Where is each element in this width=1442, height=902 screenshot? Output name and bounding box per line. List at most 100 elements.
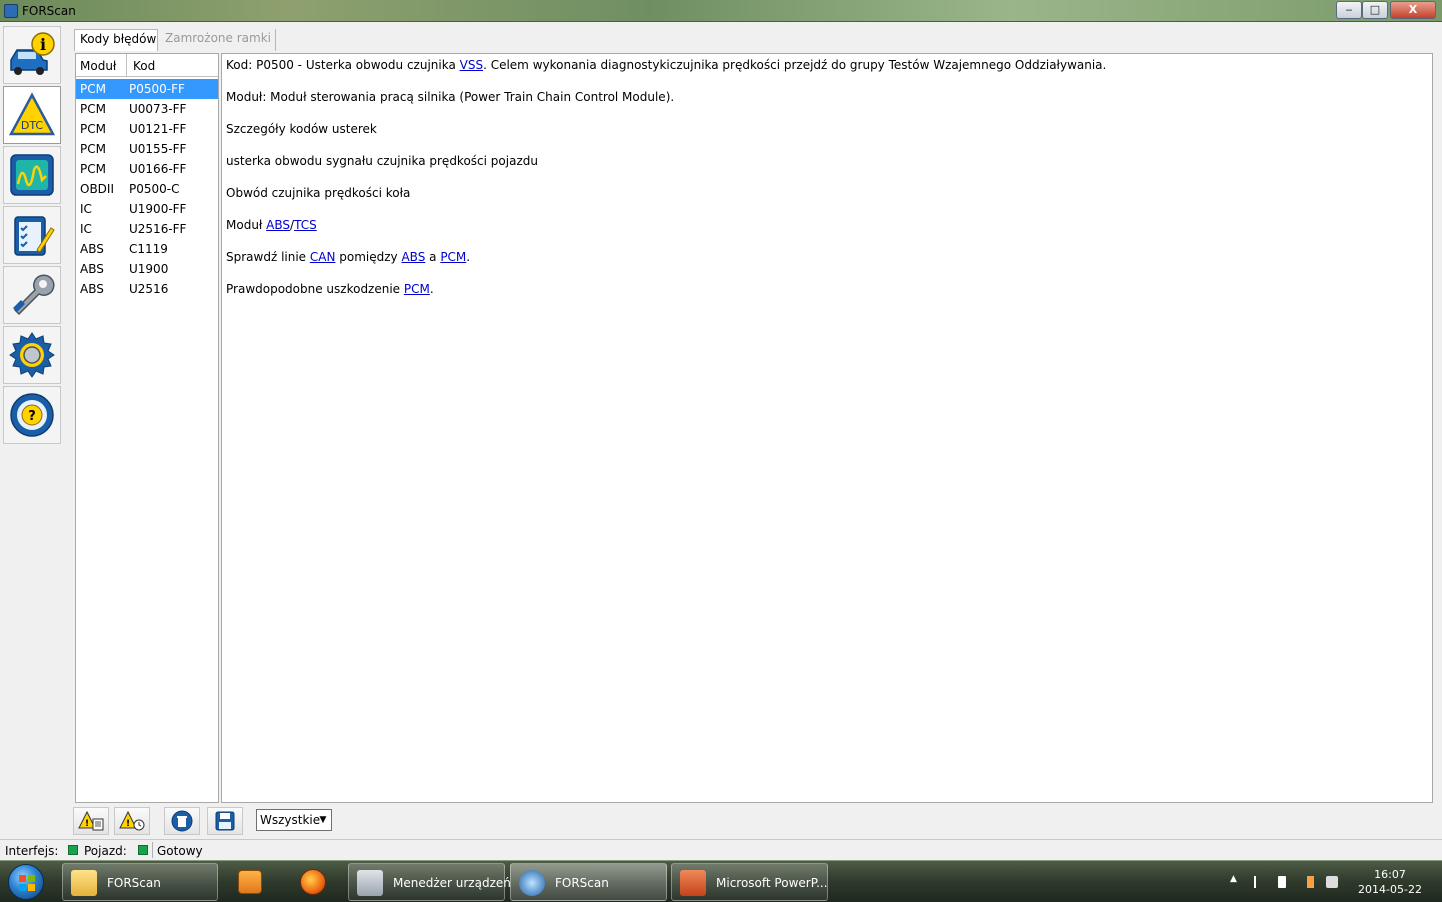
table-row[interactable]: OBDII P0500-C bbox=[76, 179, 218, 199]
sidebar-item-dtc[interactable]: DTC bbox=[3, 86, 61, 144]
gear-icon bbox=[9, 332, 55, 378]
link-pcm[interactable]: PCM bbox=[404, 282, 430, 296]
title-bar: FORScan ‒ □ X bbox=[0, 0, 1442, 22]
row-module: OBDII bbox=[80, 182, 114, 196]
link-can[interactable]: CAN bbox=[310, 250, 336, 264]
sidebar-item-help[interactable]: ? bbox=[3, 386, 61, 444]
vehicle-label: Pojazd: bbox=[84, 844, 127, 858]
row-module: PCM bbox=[80, 122, 106, 136]
svg-text:!: ! bbox=[126, 819, 130, 829]
detail-description-1: usterka obwodu sygnału czujnika prędkośc… bbox=[226, 154, 538, 168]
row-module: PCM bbox=[80, 162, 106, 176]
battery-icon[interactable] bbox=[1278, 876, 1286, 888]
maximize-button[interactable]: □ bbox=[1362, 1, 1388, 19]
start-button[interactable] bbox=[8, 864, 44, 900]
sidebar: i DTC ? bbox=[0, 22, 64, 842]
row-module: PCM bbox=[80, 102, 106, 116]
taskbar-item-label: FORScan bbox=[107, 876, 161, 890]
detail-text: pomiędzy bbox=[335, 250, 402, 264]
row-code: U1900-FF bbox=[129, 202, 187, 216]
table-row[interactable]: ABS U1900 bbox=[76, 259, 218, 279]
table-row[interactable]: PCM P0500-FF bbox=[76, 79, 218, 99]
taskbar-item-device-manager[interactable]: Menedżer urządzeń bbox=[348, 863, 511, 901]
table-row[interactable]: ABS C1119 bbox=[76, 239, 218, 259]
save-button[interactable] bbox=[207, 807, 243, 835]
row-module: ABS bbox=[80, 262, 104, 276]
detail-text: Moduł bbox=[226, 218, 267, 232]
row-code: U0073-FF bbox=[129, 102, 187, 116]
column-header-module[interactable]: Moduł bbox=[80, 59, 116, 73]
column-header-code[interactable]: Kod bbox=[133, 59, 155, 73]
svg-text:DTC: DTC bbox=[21, 119, 44, 132]
link-abs[interactable]: ABS bbox=[401, 250, 425, 264]
volume-muted-icon[interactable] bbox=[1326, 876, 1338, 888]
checklist-icon bbox=[14, 216, 55, 256]
link-vss[interactable]: VSS bbox=[460, 58, 483, 72]
network-icon[interactable] bbox=[1302, 876, 1314, 888]
tab-frozen-frames[interactable]: Zamrożone ramki bbox=[160, 29, 276, 51]
row-code: U2516-FF bbox=[129, 222, 187, 236]
detail-heading: Szczegóły kodów usterek bbox=[226, 122, 377, 136]
minimize-button[interactable]: ‒ bbox=[1336, 1, 1362, 19]
wrench-icon bbox=[13, 274, 55, 316]
sidebar-item-service[interactable] bbox=[3, 266, 61, 324]
show-hidden-icons-icon[interactable]: ▲ bbox=[1230, 874, 1240, 886]
sidebar-item-tests[interactable] bbox=[3, 206, 61, 264]
help-steering-icon: ? bbox=[10, 393, 54, 437]
detail-text: Kod: P0500 - Usterka obwodu czujnika bbox=[226, 58, 460, 72]
filter-dropdown[interactable]: Wszystkie ▼ bbox=[256, 809, 332, 831]
table-row[interactable]: PCM U0121-FF bbox=[76, 119, 218, 139]
taskbar-item-label: Menedżer urządzeń bbox=[393, 876, 511, 890]
dtc-details-pane: Kod: P0500 - Usterka obwodu czujnika VSS… bbox=[221, 53, 1433, 803]
table-row[interactable]: ABS U2516 bbox=[76, 279, 218, 299]
vehicle-status-indicator bbox=[138, 845, 148, 855]
taskbar-item-firefox[interactable] bbox=[296, 865, 330, 899]
forscan-app-icon bbox=[4, 4, 18, 18]
taskbar-item-media-player[interactable] bbox=[233, 865, 267, 899]
sidebar-item-settings[interactable] bbox=[3, 326, 61, 384]
action-center-flag-icon[interactable] bbox=[1254, 876, 1266, 888]
row-module: PCM bbox=[80, 82, 106, 96]
status-divider bbox=[152, 842, 153, 858]
taskbar-item-label: Microsoft PowerP... bbox=[716, 876, 828, 890]
filter-dropdown-value: Wszystkie bbox=[260, 813, 321, 827]
svg-text:?: ? bbox=[28, 409, 36, 424]
taskbar-item-explorer-forscan[interactable]: FORScan bbox=[62, 863, 218, 901]
taskbar-item-forscan[interactable]: FORScan bbox=[510, 863, 667, 901]
table-row[interactable]: PCM U0155-FF bbox=[76, 139, 218, 159]
detail-description-2: Obwód czujnika prędkości koła bbox=[226, 186, 411, 200]
detail-text: a bbox=[425, 250, 441, 264]
row-code: U0155-FF bbox=[129, 142, 187, 156]
row-code: P0500-FF bbox=[129, 82, 185, 96]
sidebar-item-oscilloscope[interactable] bbox=[3, 146, 61, 204]
detail-probable-line: Prawdopodobne uszkodzenie PCM. bbox=[226, 282, 434, 296]
link-abs[interactable]: ABS bbox=[266, 218, 290, 232]
link-tcs[interactable]: TCS bbox=[294, 218, 317, 232]
row-module: IC bbox=[80, 202, 92, 216]
row-code: U0121-FF bbox=[129, 122, 187, 136]
close-button[interactable]: X bbox=[1390, 1, 1436, 19]
detail-module-links: Moduł ABS/TCS bbox=[226, 218, 317, 232]
interface-status-indicator bbox=[68, 845, 78, 855]
row-module: PCM bbox=[80, 142, 106, 156]
delete-button[interactable] bbox=[164, 807, 200, 835]
clear-dtc-button[interactable]: ! bbox=[114, 807, 150, 835]
row-code: U1900 bbox=[129, 262, 169, 276]
dtc-warning-icon: DTC bbox=[8, 92, 56, 136]
oscilloscope-icon bbox=[10, 154, 54, 196]
detail-text: Sprawdź linie bbox=[226, 250, 310, 264]
read-dtc-button[interactable]: ! bbox=[73, 807, 109, 835]
forscan-app-icon bbox=[519, 870, 545, 896]
taskbar-item-powerpoint[interactable]: Microsoft PowerP... bbox=[671, 863, 828, 901]
table-row[interactable]: IC U2516-FF bbox=[76, 219, 218, 239]
system-tray: ▲ 16:07 2014-05-22 bbox=[1222, 861, 1442, 902]
link-pcm[interactable]: PCM bbox=[440, 250, 466, 264]
taskbar-clock[interactable]: 16:07 2014-05-22 bbox=[1350, 867, 1430, 897]
taskbar-item-label: FORScan bbox=[555, 876, 609, 890]
table-row[interactable]: IC U1900-FF bbox=[76, 199, 218, 219]
table-row[interactable]: PCM U0073-FF bbox=[76, 99, 218, 119]
tab-dtc-codes[interactable]: Kody błędów bbox=[74, 29, 158, 51]
table-row[interactable]: PCM U0166-FF bbox=[76, 159, 218, 179]
read-dtc-icon: ! bbox=[78, 811, 104, 831]
sidebar-item-vehicle-info[interactable]: i bbox=[3, 26, 61, 84]
